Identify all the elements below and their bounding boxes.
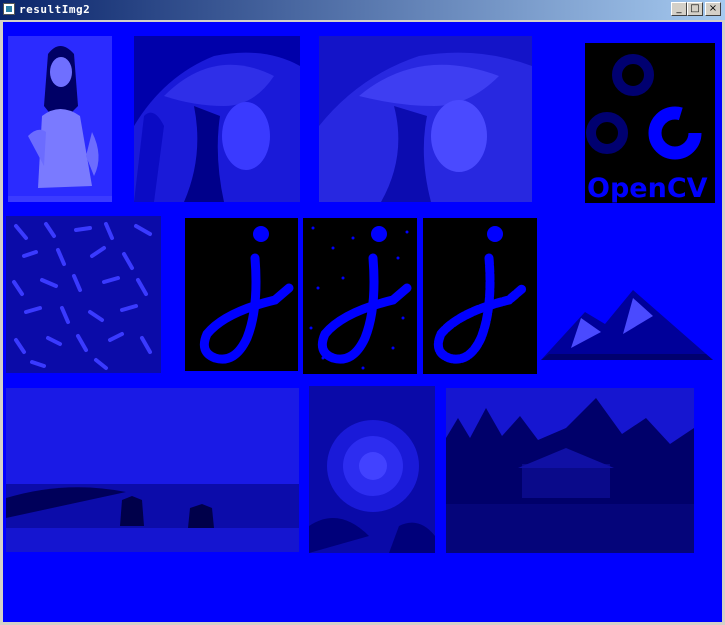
image-canvas: OpenCV bbox=[3, 22, 722, 622]
opencv-logo-image: OpenCV bbox=[585, 43, 715, 203]
lena-bright-image bbox=[319, 36, 532, 202]
close-button[interactable]: × bbox=[705, 2, 721, 16]
j-letter-noise-image bbox=[303, 218, 417, 374]
seascape-image bbox=[6, 388, 299, 552]
window: resultImg2 _ □ × OpenCV bbox=[0, 0, 725, 625]
j-letter-image bbox=[185, 218, 298, 371]
mountain-icon-image bbox=[541, 288, 713, 364]
forest-house-image bbox=[446, 388, 694, 553]
title-bar[interactable]: resultImg2 _ □ × bbox=[0, 0, 725, 20]
maximize-button[interactable]: □ bbox=[687, 2, 703, 16]
opencv-logo-text: OpenCV bbox=[587, 173, 708, 203]
flower-image bbox=[309, 386, 435, 553]
window-title: resultImg2 bbox=[19, 3, 91, 16]
minimize-button[interactable]: _ bbox=[671, 2, 687, 16]
j-letter-holes-image bbox=[423, 218, 537, 374]
lena-image bbox=[134, 36, 300, 202]
woman-portrait-image bbox=[8, 36, 112, 202]
rice-texture-image bbox=[6, 216, 161, 373]
window-app-icon[interactable] bbox=[3, 3, 15, 15]
